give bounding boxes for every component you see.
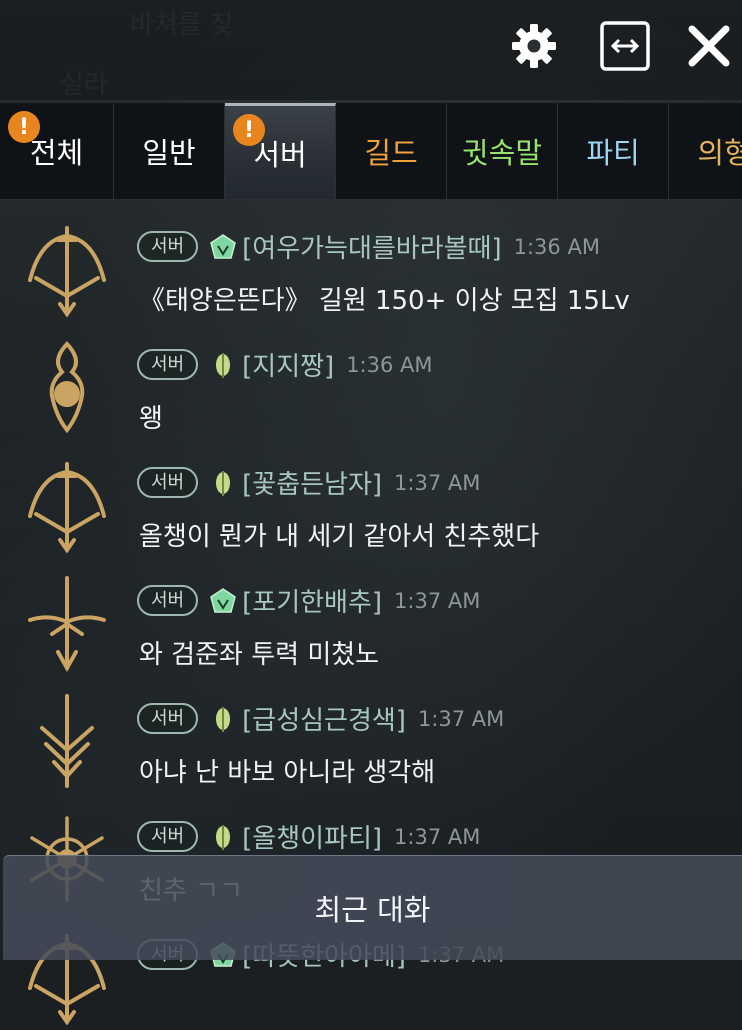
recent-conversations-button[interactable]: 최근 대화 [3, 855, 742, 960]
chat-message[interactable]: 서버 [여우가늑대를바라볼때] 1:36 AM 《태양은뜬다》 길원 150+ 이상 … [0, 200, 742, 318]
message-header: 서버 [지지짱] 1:36 AM [137, 346, 433, 383]
close-icon [688, 25, 730, 67]
alert-badge: ! [8, 111, 40, 143]
resize-window-button[interactable] [599, 20, 651, 72]
channel-badge: 서버 [137, 231, 199, 262]
message-header: 서버 [올챙이파티] 1:37 AM [137, 818, 480, 855]
channel-badge: 서버 [137, 349, 199, 380]
leaf-rank-icon [208, 704, 238, 734]
channel-badge: 서버 [137, 703, 199, 734]
tab-2[interactable]: 서버! [225, 103, 336, 199]
channel-badge: 서버 [137, 821, 199, 852]
tab-label: 의형 [697, 136, 742, 170]
sender-name[interactable]: [여우가늑대를바라볼때] [242, 228, 502, 265]
tab-label: 일반 [142, 136, 196, 170]
settings-button[interactable] [508, 20, 560, 72]
message-header: 서버 [포기한배추] 1:37 AM [137, 582, 480, 619]
message-header: 서버 [꽃춥든남자] 1:37 AM [137, 464, 480, 501]
dagger-class-emblem-icon [22, 692, 112, 790]
message-text: 올챙이 뭔가 내 세기 같아서 친추했다 [139, 522, 540, 552]
sender-name[interactable]: [올챙이파티] [242, 818, 382, 855]
timestamp: 1:37 AM [394, 470, 481, 495]
chat-message[interactable]: 서버 [급성심근경색] 1:37 AM 아냐 난 바보 아니라 생각해 [0, 672, 742, 790]
chat-window-header [0, 0, 742, 100]
tab-label: 길드 [364, 136, 418, 170]
sword-class-emblem-icon [22, 574, 112, 673]
chat-message[interactable]: 서버 [지지짱] 1:36 AM 왱 [0, 318, 742, 436]
bow-class-emblem-icon [22, 220, 112, 318]
orb-class-emblem-icon [22, 338, 112, 436]
sender-name[interactable]: [꽃춥든남자] [242, 464, 382, 501]
sender-name[interactable]: [급성심근경색] [242, 700, 406, 737]
timestamp: 1:36 AM [346, 352, 433, 377]
resize-horizontal-icon [600, 21, 650, 71]
message-text: 왱 [139, 404, 163, 434]
tab-4[interactable]: 귓속말 [447, 103, 558, 199]
timestamp: 1:37 AM [417, 706, 505, 731]
bow-class-emblem-icon [22, 456, 112, 554]
crest-rank-icon [208, 586, 238, 616]
tab-5[interactable]: 파티 [558, 103, 669, 199]
sender-name[interactable]: [포기한배추] [242, 582, 382, 619]
tab-label: 전체 [29, 136, 84, 170]
channel-badge: 서버 [137, 585, 199, 616]
leaf-rank-icon [208, 350, 238, 380]
tab-label: 귓속말 [461, 136, 543, 170]
message-text: 와 검준좌 투력 미쳤노 [139, 640, 380, 670]
alert-badge: ! [233, 114, 265, 146]
sender-name[interactable]: [지지짱] [242, 346, 334, 383]
crest-rank-icon [208, 232, 238, 262]
recent-conversations-label: 최근 대화 [314, 893, 431, 927]
channel-badge: 서버 [137, 467, 199, 498]
message-header: 서버 [여우가늑대를바라볼때] 1:36 AM [137, 228, 600, 265]
message-text: 아냐 난 바보 아니라 생각해 [139, 758, 436, 788]
tab-label: 파티 [586, 136, 640, 170]
leaf-rank-icon [208, 468, 238, 498]
timestamp: 1:37 AM [394, 824, 481, 849]
timestamp: 1:36 AM [513, 234, 600, 259]
tab-3[interactable]: 길드 [336, 103, 447, 199]
timestamp: 1:37 AM [394, 588, 481, 613]
chat-message[interactable]: 서버 [포기한배추] 1:37 AM 와 검준좌 투력 미쳤노 [0, 554, 742, 673]
tab-6[interactable]: 의형 [669, 103, 742, 199]
message-text: 《태양은뜬다》 길원 150+ 이상 모집 15Lv [139, 286, 630, 316]
close-button[interactable] [683, 20, 735, 72]
chat-message-list[interactable]: 서버 [여우가늑대를바라볼때] 1:36 AM 《태양은뜬다》 길원 150+ 이상 … [0, 200, 742, 1026]
gear-icon [512, 24, 556, 68]
chat-message[interactable]: 서버 [꽃춥든남자] 1:37 AM 올챙이 뭔가 내 세기 같아서 친추했다 [0, 436, 742, 554]
chat-channel-tabs: 전체! 일반 서버! 길드 귓속말 파티 의형 [0, 103, 742, 200]
message-header: 서버 [급성심근경색] 1:37 AM [137, 700, 504, 737]
leaf-rank-icon [208, 822, 238, 852]
tab-0[interactable]: 전체! [0, 103, 114, 199]
tab-1[interactable]: 일반 [114, 103, 225, 199]
